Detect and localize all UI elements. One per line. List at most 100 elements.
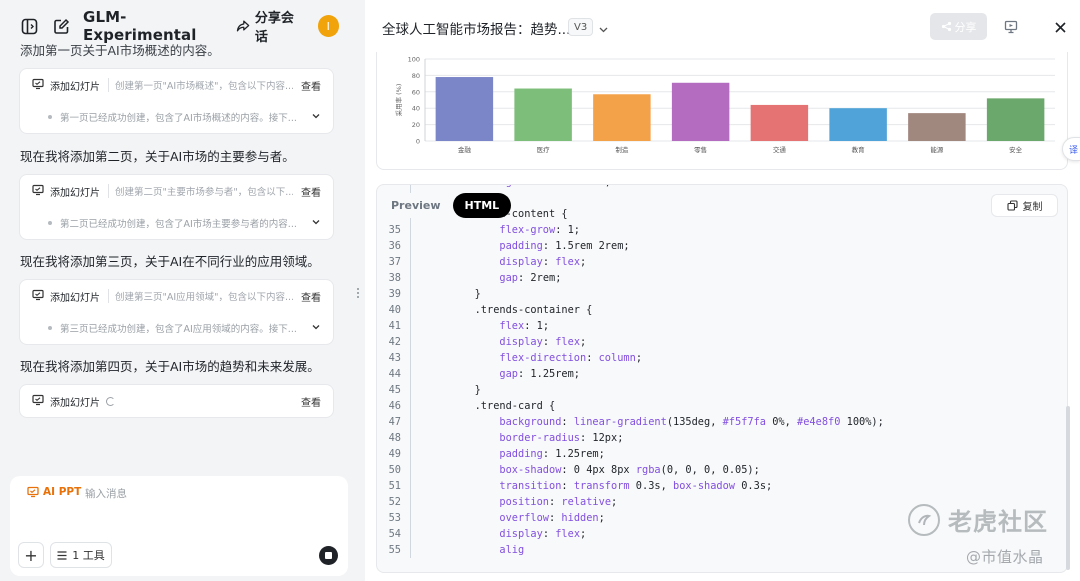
add-attachment-button[interactable]: + (18, 542, 44, 568)
code-line: 55 alig (377, 542, 1067, 558)
tool-result-row[interactable]: 第二页已经成功创建，包含了AI市场主要参与者的内容... (20, 207, 333, 239)
line-number: 44 (388, 368, 401, 380)
x-tick-label: 制造 (615, 145, 629, 154)
tab-html[interactable]: HTML (452, 193, 512, 218)
tool-name: 添加幻灯片 (50, 187, 100, 199)
code-text: background: linear-gradient(135deg, #f5f… (499, 416, 884, 428)
view-button[interactable]: 查看 (301, 289, 321, 304)
chevron-down-icon[interactable] (311, 322, 321, 335)
tool-call-header[interactable]: 添加幻灯片 创建第一页"AI市场概述"，包含以下内容... 查看 (20, 69, 333, 101)
code-text: display: flex; (499, 256, 587, 268)
code-text: padding: 1.25rem; (499, 448, 605, 460)
code-scrollbar[interactable] (1066, 406, 1070, 570)
view-button[interactable]: 查看 (301, 184, 321, 199)
chart-bar (908, 113, 966, 141)
code-line: 40 .trends-container { (377, 302, 1067, 318)
copy-icon (1006, 200, 1018, 211)
code-gutter (401, 238, 411, 254)
slide-add-icon (32, 78, 44, 93)
x-tick-label: 医疗 (537, 145, 551, 154)
tool-result-text: 第三页已经成功创建，包含了AI应用领域的内容。接下... (60, 324, 297, 335)
line-number: 36 (388, 240, 401, 252)
x-tick-label: 安全 (1009, 145, 1023, 154)
line-number: 37 (388, 256, 401, 268)
view-toggle: Preview HTML (379, 193, 512, 218)
share-button[interactable]: 分享 (930, 13, 987, 40)
view-button[interactable]: 查看 (301, 394, 321, 409)
tab-preview[interactable]: Preview (379, 193, 453, 218)
line-number: 49 (388, 448, 401, 460)
code-line: 49 padding: 1.25rem; (377, 446, 1067, 462)
translate-tab[interactable]: 译 (1062, 137, 1080, 161)
tool-description: 创建第二页"主要市场参与者"，包含以下... (108, 184, 293, 198)
tool-result-row[interactable]: 第三页已经成功创建，包含了AI应用领域的内容。接下... (20, 312, 333, 344)
y-tick-label: 0 (416, 138, 420, 146)
chevron-down-icon[interactable] (311, 111, 321, 124)
chat-panel: 添加第一页关于AI市场概述的内容。 添加幻灯片 创建第一页"AI市场概述"，包含… (0, 0, 355, 581)
code-line: 48 border-radius: 12px; (377, 430, 1067, 446)
tool-call-header[interactable]: 添加幻灯片 创建第三页"AI应用领域"，包含以下内容... 查看 (20, 280, 333, 312)
y-tick-label: 20 (412, 121, 420, 129)
tool-result-row[interactable]: 第一页已经成功创建，包含了AI市场概述的内容。接下... (20, 101, 333, 133)
share-conversation-button[interactable]: 分享会话 (236, 7, 305, 45)
tool-call-header[interactable]: 添加幻灯片 查看 (20, 385, 333, 417)
code-line: 45 } (377, 382, 1067, 398)
code-line: 50 box-shadow: 0 4px 8px rgba(0, 0, 0, 0… (377, 462, 1067, 478)
tool-name: 添加幻灯片 (50, 397, 100, 409)
line-number: 53 (388, 512, 401, 524)
panel-resize-handle[interactable] (357, 288, 361, 298)
line-number: 46 (388, 400, 401, 412)
sidebar-toggle-icon[interactable] (20, 16, 40, 36)
copy-button[interactable]: 复制 (991, 194, 1058, 217)
view-button[interactable]: 查看 (301, 78, 321, 93)
code-text: display: flex; (499, 528, 587, 540)
y-tick-label: 100 (408, 56, 420, 64)
chevron-down-icon[interactable] (598, 20, 609, 39)
message-input[interactable]: 输入消息 (85, 486, 127, 501)
presentation-icon[interactable] (1004, 19, 1018, 38)
code-gutter (401, 462, 411, 478)
message-composer: AI PPT 输入消息 + 1 工具 (10, 476, 348, 576)
code-text: flex-grow: 1; (499, 224, 581, 236)
code-text: padding: 1.5rem 2rem; (499, 240, 630, 252)
code-text: display: flex; (499, 336, 587, 348)
document-title: 全球人工智能市场报告：趋势... (382, 22, 571, 38)
tool-call-header[interactable]: 添加幻灯片 创建第二页"主要市场参与者"，包含以下... 查看 (20, 175, 333, 207)
chevron-down-icon[interactable] (311, 217, 321, 230)
copy-label: 复制 (1022, 202, 1043, 213)
code-line: 44 gap: 1.25rem; (377, 366, 1067, 382)
bar-chart: 0 20 40 60 80 100 采用率 (%) 金融 医疗 制造 零售 交通 教育 能源 安全 (394, 56, 1055, 154)
assistant-message: 现在我将添加第二页，关于AI市场的主要参与者。 (20, 149, 295, 164)
code-gutter (401, 414, 411, 430)
line-number: 51 (388, 480, 401, 492)
stop-generation-button[interactable] (319, 546, 338, 565)
ai-ppt-mode[interactable]: AI PPT (27, 486, 81, 498)
line-number: 45 (388, 384, 401, 396)
close-icon[interactable] (1054, 19, 1067, 38)
share-label: 分享 (954, 20, 977, 34)
code-line: 43 flex-direction: column; (377, 350, 1067, 366)
code-line: 47 background: linear-gradient(135deg, #… (377, 414, 1067, 430)
code-text: alig (499, 544, 525, 556)
artifact-panel: 全球人工智能市场报告：趋势... V3 分享 0 20 40 60 80 100 采用率 (… (365, 0, 1080, 581)
x-tick-label: 零售 (694, 145, 707, 154)
chart-bar (593, 94, 651, 141)
artifact-header: 全球人工智能市场报告：趋势... V3 分享 (365, 0, 1080, 52)
assistant-message: 现在我将添加第三页，关于AI在不同行业的应用领域。 (20, 254, 320, 269)
bullet-icon (48, 115, 52, 119)
tool-result-text: 第二页已经成功创建，包含了AI市场主要参与者的内容... (60, 219, 297, 230)
version-badge[interactable]: V3 (568, 18, 594, 36)
new-chat-icon[interactable] (52, 16, 72, 36)
code-text: flex: 1; (499, 320, 550, 332)
y-tick-label: 40 (412, 105, 420, 113)
slide-add-icon (32, 394, 44, 409)
line-number: 35 (388, 224, 401, 236)
tool-description: 创建第三页"AI应用领域"，包含以下内容... (108, 289, 293, 303)
tools-button[interactable]: 1 工具 (50, 542, 112, 568)
chart-bar (829, 108, 887, 141)
tool-call-card: 添加幻灯片 创建第一页"AI市场概述"，包含以下内容... 查看 第一页已经成功… (19, 68, 334, 134)
code-text: gap: 2rem; (499, 272, 562, 284)
user-avatar[interactable]: I (317, 15, 339, 37)
code-text: position: relative; (499, 496, 618, 508)
code-text: box-shadow: 0 4px 8px rgba(0, 0, 0, 0.05… (499, 464, 760, 476)
